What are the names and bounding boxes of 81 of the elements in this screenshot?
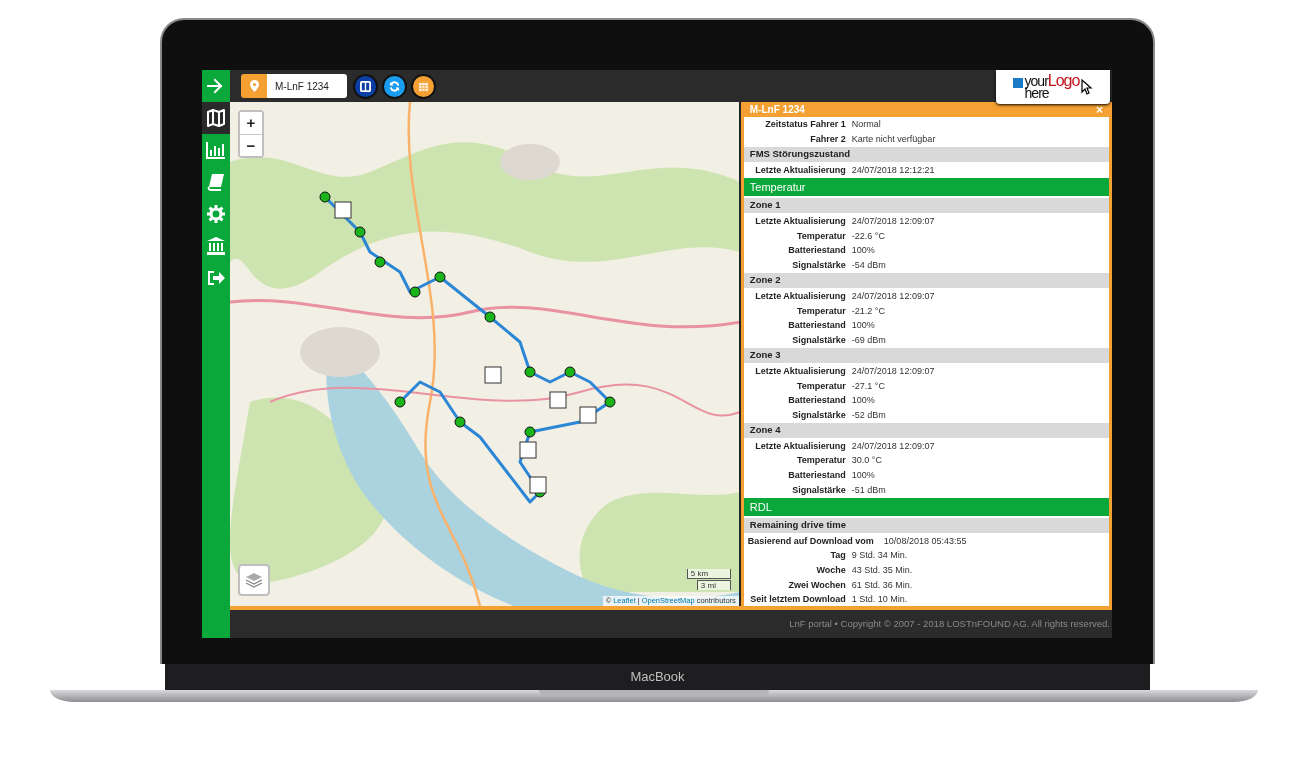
map-icon	[206, 108, 226, 128]
book-icon	[206, 172, 226, 192]
bank-icon	[206, 236, 226, 256]
field-value: -52 dBm	[851, 408, 886, 422]
field-value: 100%	[851, 394, 875, 408]
section-header: Temperatur	[743, 178, 1109, 197]
toolbar-button[interactable]	[411, 73, 436, 99]
calendar-icon	[418, 80, 429, 92]
copyright-text: LnF portal • Copyright © 2007 - 2018 LOSTnFOUND AG. All rights reserved.	[789, 616, 1110, 631]
field-label: Temperatur	[795, 229, 847, 243]
field-label: Letzte Aktualisierung	[754, 439, 847, 453]
field-label: Batteriestand	[787, 244, 847, 258]
zoom-out-button[interactable]: −	[240, 134, 262, 156]
subsection-header: Zone 4	[743, 423, 1109, 438]
field-label: Letzte Aktualisierung	[754, 289, 847, 303]
field-label: Letzte Aktualisierung	[754, 364, 847, 378]
sign-out-icon	[206, 268, 226, 288]
section-header: RDL	[743, 498, 1109, 517]
toolbar-button[interactable]	[353, 73, 378, 99]
field-value: 10/08/2018 05:43:55	[883, 534, 967, 548]
field-label: Temperatur	[795, 379, 847, 393]
field-label: Tag	[829, 549, 847, 563]
field-label: Letzte Aktualisierung	[754, 163, 847, 177]
field-label: Temperatur	[795, 454, 847, 468]
bar-chart-icon	[206, 140, 226, 160]
sidebar-item[interactable]	[202, 102, 230, 134]
field-value: 24/07/2018 12:09:07	[851, 214, 935, 228]
toolbar-button[interactable]	[382, 73, 407, 99]
layers-icon	[244, 570, 264, 590]
field-label: Batteriestand	[787, 469, 847, 483]
field-value: 100%	[851, 319, 875, 333]
field-label: Seit letztem Download	[749, 593, 847, 606]
field-value: -69 dBm	[851, 333, 886, 347]
field-label: Temperatur	[795, 304, 847, 318]
field-label: Zeitstatus Fahrer 1	[764, 118, 847, 131]
field-label: Signalstärke	[791, 258, 847, 272]
field-value: 9 Std. 34 Min.	[851, 549, 908, 563]
field-label: Signalstärke	[791, 333, 847, 347]
panel-title: M-LnF 1234	[749, 103, 805, 117]
field-value: 1 Std. 10 Min.	[851, 593, 908, 606]
settings-icon	[206, 204, 226, 224]
field-value: -54 dBm	[851, 258, 886, 272]
field-label: Signalstärke	[791, 483, 847, 497]
field-label: Fahrer 2	[809, 132, 847, 146]
map-pin-icon	[249, 80, 259, 92]
field-value: 100%	[851, 469, 875, 483]
field-label: Batteriestand	[787, 394, 847, 408]
field-value: -21.2 °C	[851, 304, 885, 318]
subsection-header: Zone 1	[743, 198, 1109, 213]
field-value: 24/07/2018 12:09:07	[851, 364, 935, 378]
field-label: Letzte Aktualisierung	[754, 214, 847, 228]
field-value: 61 Std. 36 Min.	[851, 578, 913, 592]
field-value: 30.0 °C	[851, 454, 882, 468]
subsection-header: Remaining drive time	[743, 518, 1109, 533]
field-value: Normal	[851, 118, 881, 131]
vehicle-input-field[interactable]: M-LnF 1234	[267, 74, 347, 98]
field-value: Karte nicht verfügbar	[851, 132, 936, 146]
subsection-header: Zone 2	[743, 273, 1109, 288]
subsection-header: Zone 3	[743, 348, 1109, 363]
field-value: 100%	[851, 244, 875, 258]
field-value: -22.6 °C	[851, 229, 885, 243]
field-label: Signalstärke	[791, 408, 847, 422]
locate-button[interactable]	[241, 74, 267, 98]
field-label: Zwei Wochen	[787, 578, 847, 592]
subsection-header: FMS Störungszustand	[743, 147, 1109, 162]
logo: yourLogo here	[996, 70, 1110, 104]
refresh-icon	[389, 80, 400, 92]
field-value: 24/07/2018 12:09:07	[851, 439, 935, 453]
scale-label: 5 km	[686, 569, 731, 579]
field-value: 43 Std. 35 Min.	[851, 564, 913, 578]
field-value: 24/07/2018 12:12:21	[851, 163, 935, 177]
columns-icon	[360, 80, 371, 92]
field-value: 24/07/2018 12:09:07	[851, 289, 935, 303]
field-value: -27.1 °C	[851, 379, 885, 393]
field-label: Woche	[815, 564, 847, 578]
layers-button[interactable]	[238, 564, 270, 596]
field-value: -51 dBm	[851, 483, 886, 497]
device-label: MacBook	[630, 668, 685, 687]
field-label: Batteriestand	[787, 319, 847, 333]
scale-label: 3 mi	[696, 580, 731, 590]
field-label: Basierend auf Download vom	[746, 534, 875, 548]
